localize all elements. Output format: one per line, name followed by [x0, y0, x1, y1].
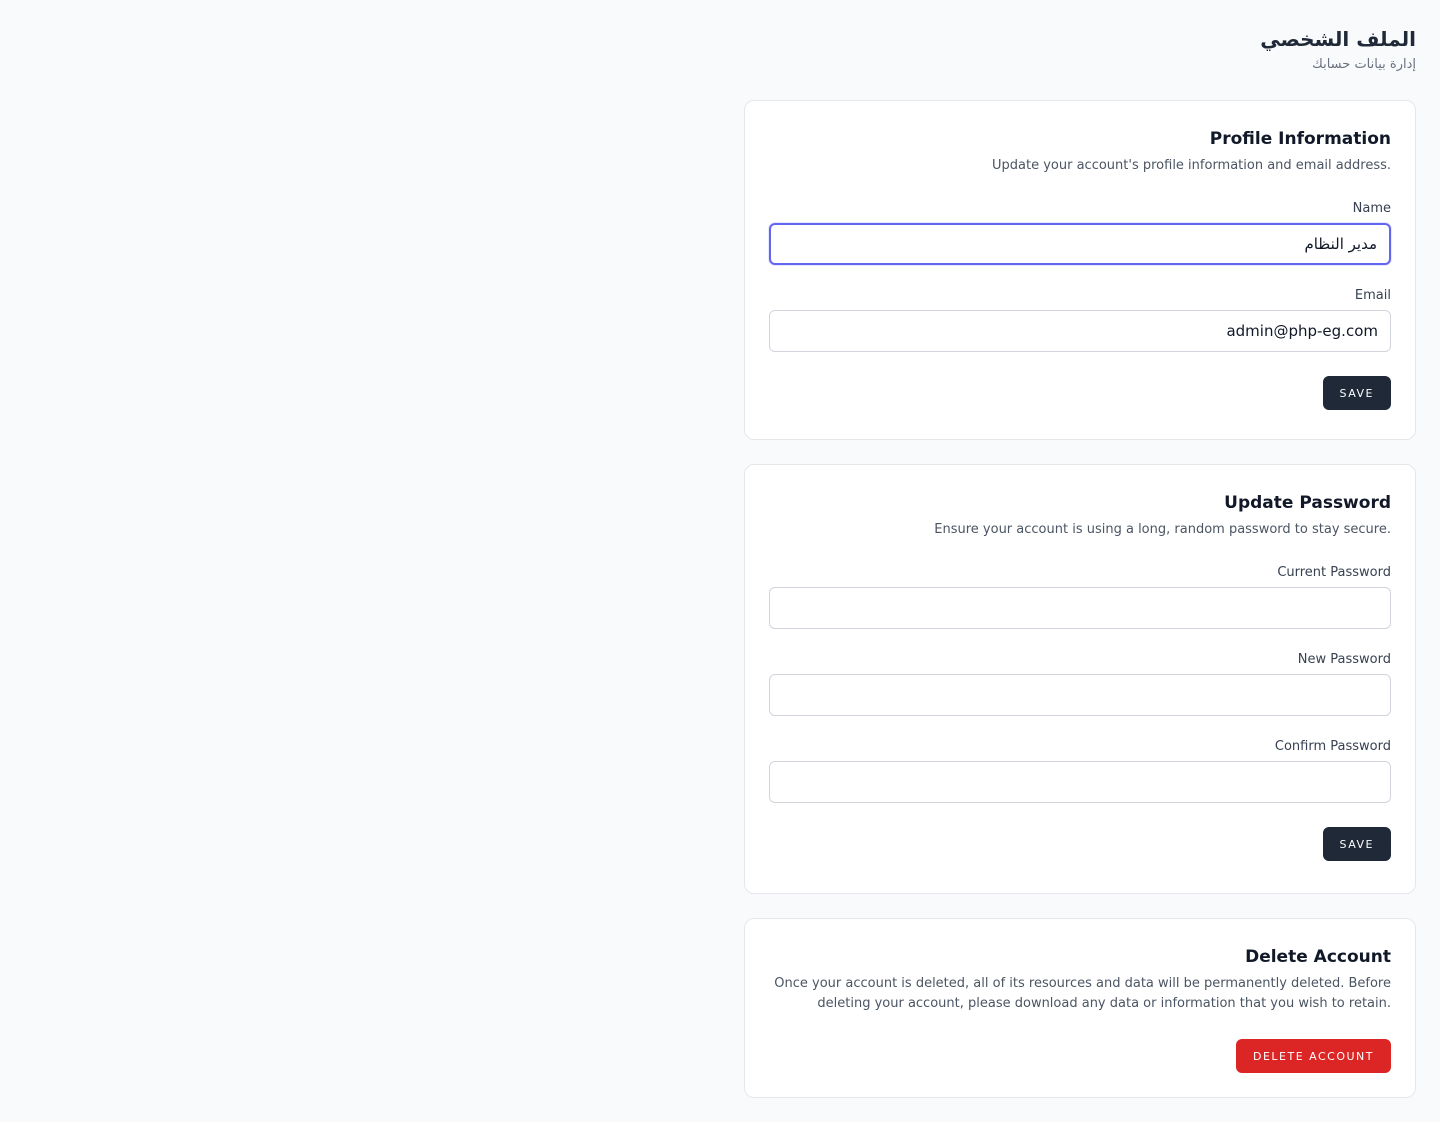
- email-label: Email: [1354, 288, 1391, 303]
- confirm-password-field-group: Confirm Password: [769, 738, 1391, 803]
- password-save-button[interactable]: SAVE: [1322, 827, 1391, 861]
- profile-information-card: Profile Information Update your account'…: [744, 100, 1416, 440]
- update-password-card: Update Password Ensure your account is u…: [744, 464, 1416, 894]
- current-password-field-group: Current Password: [769, 564, 1391, 629]
- delete-actions: DELETE ACCOUNT: [769, 1039, 1391, 1073]
- current-password-input[interactable]: [769, 587, 1391, 629]
- password-card-description: Ensure your account is using a long, ran…: [934, 522, 1391, 537]
- name-field-group: Name: [769, 200, 1391, 265]
- settings-cards: Profile Information Update your account'…: [744, 100, 1416, 1122]
- profile-save-button[interactable]: SAVE: [1322, 376, 1391, 410]
- email-field-group: Email: [769, 287, 1391, 352]
- profile-actions: SAVE: [769, 376, 1391, 410]
- password-actions: SAVE: [769, 827, 1391, 861]
- delete-card-title: Delete Account: [1245, 947, 1391, 967]
- profile-card-description: Update your account's profile informatio…: [992, 158, 1391, 173]
- profile-card-title: Profile Information: [1209, 129, 1391, 149]
- page-title: الملف الشخصي: [1260, 27, 1416, 51]
- new-password-field-group: New Password: [769, 651, 1391, 716]
- current-password-label: Current Password: [1277, 565, 1391, 580]
- new-password-label: New Password: [1297, 652, 1391, 667]
- name-input[interactable]: [769, 223, 1391, 265]
- new-password-input[interactable]: [769, 674, 1391, 716]
- page-header: الملف الشخصي إدارة بيانات حسابك: [1260, 26, 1416, 74]
- email-input[interactable]: [769, 310, 1391, 352]
- name-label: Name: [1352, 201, 1391, 216]
- delete-account-card: Delete Account Once your account is dele…: [744, 918, 1416, 1098]
- delete-card-description: Once your account is deleted, all of its…: [774, 976, 1391, 1011]
- delete-account-button[interactable]: DELETE ACCOUNT: [1235, 1039, 1391, 1073]
- password-card-title: Update Password: [1224, 493, 1391, 513]
- confirm-password-label: Confirm Password: [1274, 739, 1391, 754]
- profile-page: الملف الشخصي إدارة بيانات حسابك Profile …: [0, 0, 1440, 1122]
- confirm-password-input[interactable]: [769, 761, 1391, 803]
- page-subtitle: إدارة بيانات حسابك: [1312, 57, 1416, 72]
